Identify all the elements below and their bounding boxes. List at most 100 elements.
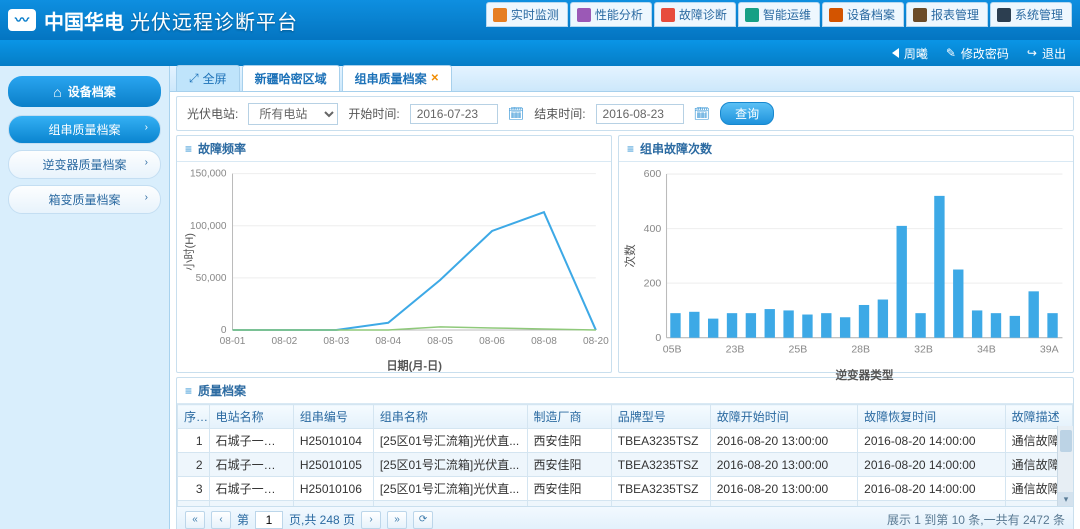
end-label: 结束时间: [534,105,585,122]
chevron-right-icon: › [145,192,148,203]
svg-text:08-02: 08-02 [272,336,298,347]
svg-text:600: 600 [644,168,662,180]
svg-text:0: 0 [655,332,661,344]
content-area: ⤢全屏 新疆哈密区域 组串质量档案✕ 光伏电站: 所有电站 开始时间: 🗓 结束… [170,66,1080,529]
brand-name: 中国华电 [44,6,124,35]
last-page-button[interactable]: » [387,511,407,529]
fullscreen-icon: ⤢ [189,71,199,86]
nav-icon [577,8,591,22]
nav-icon [997,8,1011,22]
calendar-icon[interactable]: 🗓 [508,106,525,122]
list-icon: ≡ [627,142,634,156]
sub-header: 周曦 ✎修改密码 ↪退出 [0,40,1080,66]
svg-text:150,000: 150,000 [190,169,227,180]
table-wrap: 序号电站名称组串编号组串名称制造厂商品牌型号故障开始时间故障恢复时间故障描述 1… [177,404,1073,506]
fault-count-card: ≡组串故障次数 020040060005B23B25B28B32B34B39A次… [618,135,1074,373]
nav-item[interactable]: 设备档案 [822,2,904,27]
svg-text:08-03: 08-03 [323,336,349,347]
svg-text:0: 0 [221,325,227,336]
column-header[interactable]: 故障开始时间 [710,405,857,429]
svg-text:08-04: 08-04 [375,336,401,347]
refresh-button[interactable]: ⟳ [413,511,433,529]
svg-text:08-01: 08-01 [220,336,246,347]
nav-item[interactable]: 系统管理 [990,2,1072,27]
nav-item[interactable]: 报表管理 [906,2,988,27]
nav-item[interactable]: 智能运维 [738,2,820,27]
sidebar-item[interactable]: 箱变质量档案› [8,185,161,214]
query-button[interactable]: 查询 [720,102,774,125]
nav-item[interactable]: 故障诊断 [654,2,736,27]
sidebar-item[interactable]: 逆变器质量档案› [8,150,161,179]
user-icon [892,48,899,58]
brand-logo: 〰 [8,9,36,31]
svg-text:日期(月-日): 日期(月-日) [386,358,442,372]
pager: « ‹ 第 页,共 248 页 › » ⟳ 展示 1 到第 10 条,一共有 2… [177,506,1073,529]
change-password-link[interactable]: ✎修改密码 [946,45,1009,62]
column-header[interactable]: 序号 [178,405,210,429]
user-link[interactable]: 周曦 [892,45,928,62]
top-nav: 实时监测性能分析故障诊断智能运维设备档案报表管理系统管理 [486,2,1072,27]
quality-archive-table: 序号电站名称组串编号组串名称制造厂商品牌型号故障开始时间故障恢复时间故障描述 1… [177,404,1073,506]
svg-text:100,000: 100,000 [190,221,227,232]
scroll-thumb[interactable] [1060,430,1072,452]
column-header[interactable]: 制造厂商 [527,405,611,429]
column-header[interactable]: 组串编号 [293,405,373,429]
nav-icon [745,8,759,22]
column-header[interactable]: 故障恢复时间 [858,405,1005,429]
fault-freq-title: 故障频率 [198,140,246,157]
nav-icon [913,8,927,22]
scrollbar[interactable]: ▾ [1057,426,1073,506]
chevron-right-icon: › [145,122,148,133]
next-page-button[interactable]: › [361,511,381,529]
tab-bar: ⤢全屏 新疆哈密区域 组串质量档案✕ [170,66,1080,92]
prev-page-button[interactable]: ‹ [211,511,231,529]
column-header[interactable]: 组串名称 [373,405,527,429]
logout-icon: ↪ [1027,46,1037,60]
column-header[interactable]: 品牌型号 [611,405,710,429]
sidebar: ⌂设备档案 组串质量档案› 逆变器质量档案› 箱变质量档案› [0,66,170,529]
fault-freq-chart: 0 50,000 100,000 150,000 08-01 08-02 08-03 08-0… [177,162,611,377]
start-date-input[interactable] [410,104,498,124]
sidebar-title: ⌂设备档案 [8,76,161,107]
svg-text:50,000: 50,000 [196,273,227,284]
table-row[interactable]: 3石城子一二期H25010106[25区01号汇流箱]光伏直...西安佳阳TBE… [178,477,1073,501]
close-icon[interactable]: ✕ [431,73,439,84]
svg-text:34B: 34B [977,343,996,355]
home-icon: ⌂ [53,84,61,100]
edit-icon: ✎ [946,46,956,60]
column-header[interactable]: 故障描述 [1005,405,1072,429]
sidebar-item[interactable]: 组串质量档案› [8,115,161,144]
table-row[interactable]: 1石城子一二期H25010104[25区01号汇流箱]光伏直...西安佳阳TBE… [178,429,1073,453]
nav-item[interactable]: 实时监测 [486,2,568,27]
nav-icon [493,8,507,22]
first-page-button[interactable]: « [185,511,205,529]
top-header: 〰 中国华电 光伏远程诊断平台 实时监测性能分析故障诊断智能运维设备档案报表管理… [0,0,1080,40]
scroll-down-icon[interactable]: ▾ [1058,492,1073,506]
quality-archive-title: 质量档案 [198,382,246,399]
page-label-prefix: 第 [237,511,249,528]
svg-text:25B: 25B [788,343,807,355]
table-row[interactable]: 4石城子一二期H25010107[25区01号汇流箱]光伏直...西安佳阳TBE… [178,501,1073,507]
logout-link[interactable]: ↪退出 [1027,45,1066,62]
list-icon: ≡ [185,384,192,398]
filter-bar: 光伏电站: 所有电站 开始时间: 🗓 结束时间: 🗓 查询 [176,96,1074,131]
svg-text:08-06: 08-06 [479,336,505,347]
nav-item[interactable]: 性能分析 [570,2,652,27]
page-input[interactable] [255,511,283,529]
fault-count-chart: 020040060005B23B25B28B32B34B39A次数逆变器类型 [619,162,1073,387]
end-date-input[interactable] [596,104,684,124]
svg-text:08-20: 08-20 [583,336,609,347]
station-select[interactable]: 所有电站 [248,103,338,125]
chevron-right-icon: › [145,157,148,168]
quality-archive-card: ≡ 质量档案 序号电站名称组串编号组串名称制造厂商品牌型号故障开始时间故障恢复时间… [176,377,1074,529]
fault-count-title: 组串故障次数 [640,140,712,157]
column-header[interactable]: 电站名称 [209,405,293,429]
calendar-icon[interactable]: 🗓 [694,106,711,122]
tab-fullscreen[interactable]: ⤢全屏 [176,65,240,91]
svg-text:小时(H): 小时(H) [183,233,196,271]
nav-icon [661,8,675,22]
tab-current[interactable]: 组串质量档案✕ [342,65,452,91]
fault-freq-card: ≡故障频率 050,000100,000150,00008-0108-0208-… [176,135,612,373]
tab-region[interactable]: 新疆哈密区域 [242,65,340,91]
table-row[interactable]: 2石城子一二期H25010105[25区01号汇流箱]光伏直...西安佳阳TBE… [178,453,1073,477]
